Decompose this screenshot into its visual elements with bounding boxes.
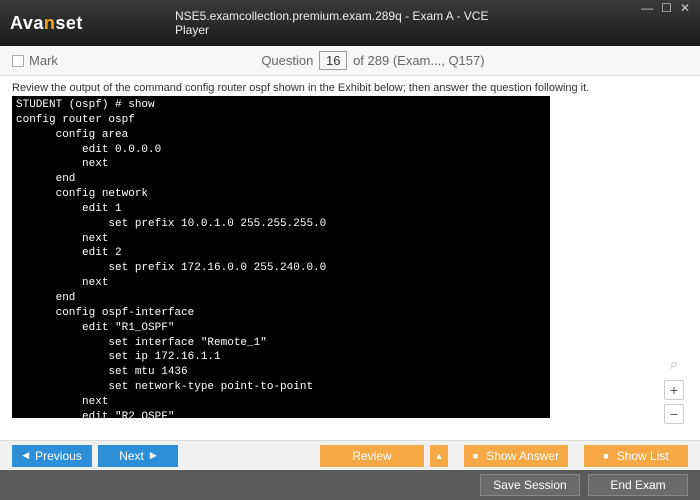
app-logo: Avanset — [10, 13, 83, 34]
titlebar: Avanset NSE5.examcollection.premium.exam… — [0, 0, 700, 46]
question-indicator: Question 16 of 289 (Exam..., Q157) — [58, 51, 688, 70]
window-controls: — ☐ ✕ — [637, 2, 694, 14]
zoom-reset-icon[interactable]: ⌕ — [664, 356, 684, 376]
terminal-exhibit: STUDENT (ospf) # show config router ospf… — [12, 96, 550, 418]
window-title: NSE5.examcollection.premium.exam.289q - … — [175, 9, 525, 37]
zoom-out-button[interactable]: − — [664, 404, 684, 424]
show-list-button[interactable]: Show List — [584, 445, 688, 467]
mark-checkbox[interactable] — [12, 55, 24, 67]
zoom-controls: ⌕ + − — [664, 356, 684, 424]
minimize-icon[interactable]: — — [637, 2, 657, 14]
next-button[interactable]: Next — [98, 445, 178, 467]
save-session-button[interactable]: Save Session — [480, 474, 580, 496]
zoom-in-button[interactable]: + — [664, 380, 684, 400]
show-answer-button[interactable]: Show Answer — [464, 445, 568, 467]
footer-nav-row: Previous Next Review ▲ Show Answer Show … — [0, 440, 700, 470]
question-bar: Mark Question 16 of 289 (Exam..., Q157) — [0, 46, 700, 76]
close-icon[interactable]: ✕ — [676, 2, 694, 14]
question-prompt: Review the output of the command config … — [12, 82, 688, 94]
mark-label: Mark — [29, 53, 58, 68]
question-number: 16 — [319, 51, 347, 70]
footer-session-row: Save Session End Exam — [0, 470, 700, 500]
review-button[interactable]: Review — [320, 445, 424, 467]
maximize-icon[interactable]: ☐ — [657, 2, 676, 14]
content-area: Review the output of the command config … — [0, 76, 700, 432]
mark-area[interactable]: Mark — [12, 53, 58, 68]
review-dropdown-button[interactable]: ▲ — [430, 445, 448, 467]
footer: Previous Next Review ▲ Show Answer Show … — [0, 440, 700, 500]
previous-button[interactable]: Previous — [12, 445, 92, 467]
end-exam-button[interactable]: End Exam — [588, 474, 688, 496]
